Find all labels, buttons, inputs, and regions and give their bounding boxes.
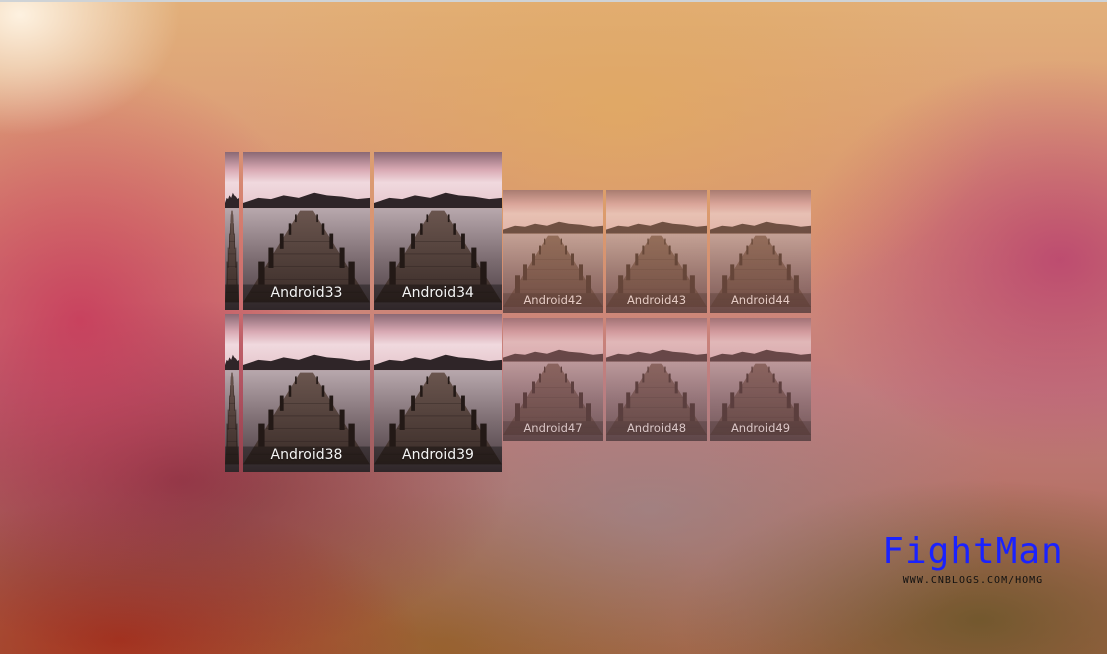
watermark: FightMan WWW.CNBLOGS.COM/HOMG <box>878 531 1068 587</box>
gallery-tile-label: Android42 <box>523 293 583 307</box>
gallery-tile-label: Android43 <box>626 293 687 307</box>
pier-photo-image <box>225 152 239 310</box>
gallery-tile[interactable]: Android47 <box>503 318 603 441</box>
gallery-tile[interactable]: Android44 <box>710 190 811 313</box>
gallery-tile-label: Android34 <box>402 285 474 301</box>
gallery-tile-partial[interactable] <box>225 314 239 472</box>
gallery-tile-label: Android48 <box>626 421 687 435</box>
pier-photo-image <box>225 314 239 472</box>
gallery-tile[interactable]: Android42 <box>503 190 603 313</box>
gallery-tile-label: Android49 <box>730 421 791 435</box>
gallery-tile[interactable]: Android39 <box>374 314 502 472</box>
window-top-border <box>0 0 1107 2</box>
gallery-tile[interactable]: Android38 <box>243 314 370 472</box>
gallery-tile[interactable]: Android48 <box>606 318 707 441</box>
gallery-tile-label: Android44 <box>730 293 791 307</box>
gallery-tile[interactable]: Android43 <box>606 190 707 313</box>
gallery-tile-label: Android39 <box>402 447 474 463</box>
app-screen: Android33 Android34 Android42 Android43 … <box>0 0 1107 654</box>
watermark-title: FightMan <box>882 531 1064 572</box>
gallery-tile-label: Android47 <box>523 421 583 435</box>
gallery-tile[interactable]: Android49 <box>710 318 811 441</box>
gallery-tile-label: Android33 <box>270 285 343 301</box>
gallery-tile-label: Android38 <box>270 447 343 463</box>
watermark-url: WWW.CNBLOGS.COM/HOMG <box>902 575 1044 586</box>
gallery-tile-partial[interactable] <box>225 152 239 310</box>
gallery-tile[interactable]: Android34 <box>374 152 502 310</box>
gallery-tile[interactable]: Android33 <box>243 152 370 310</box>
